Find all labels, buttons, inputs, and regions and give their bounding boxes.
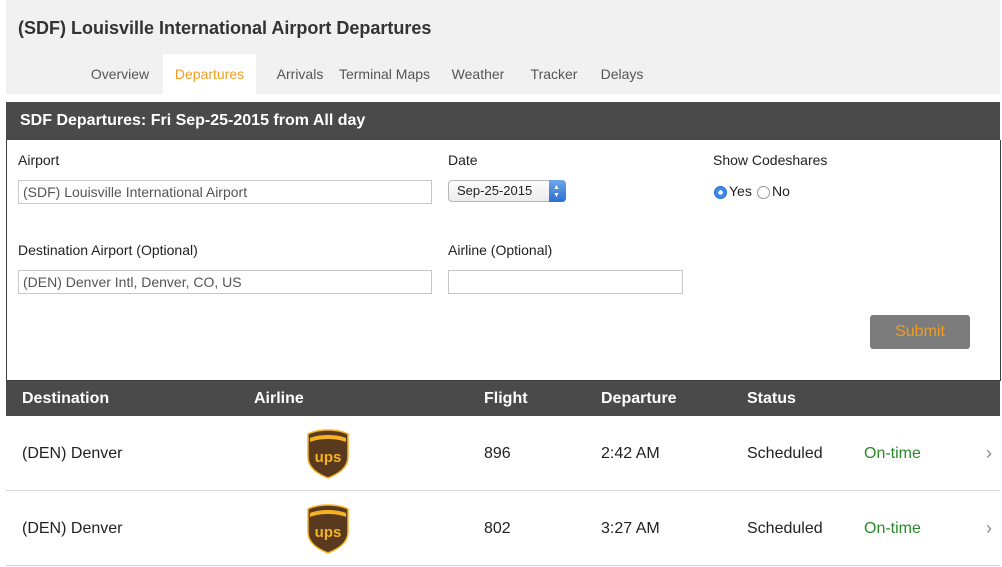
row-status: Scheduled (747, 445, 823, 462)
header-flight: Flight (484, 390, 528, 407)
table-row[interactable]: (DEN) Denver ups 896 2:42 AM Scheduled O… (6, 416, 1000, 491)
tab-delays[interactable]: Delays (593, 54, 651, 94)
codeshares-label: Show Codeshares (713, 152, 828, 168)
date-stepper-icon[interactable]: ▲ ▼ (549, 180, 566, 202)
airport-label: Airport (18, 152, 60, 168)
header-status: Status (747, 390, 796, 407)
row-departure: 3:27 AM (601, 520, 660, 537)
airline-input[interactable] (448, 270, 683, 294)
codeshares-no-radio[interactable] (757, 186, 770, 199)
codeshares-yes-radio[interactable] (714, 186, 727, 199)
date-value: Sep-25-2015 (457, 183, 533, 198)
row-punctuality: On-time (864, 445, 921, 462)
row-flight: 896 (484, 445, 511, 462)
tab-tracker[interactable]: Tracker (522, 54, 586, 94)
panel-title: SDF Departures: Fri Sep-25-2015 from All… (6, 102, 1000, 140)
destination-input[interactable]: (DEN) Denver Intl, Denver, CO, US (18, 270, 432, 294)
tab-arrivals[interactable]: Arrivals (260, 54, 340, 94)
header-destination: Destination (22, 390, 110, 407)
row-departure: 2:42 AM (601, 445, 660, 462)
tab-overview[interactable]: Overview (80, 54, 160, 94)
tab-weather[interactable]: Weather (444, 54, 512, 94)
airport-input[interactable]: (SDF) Louisville International Airport (18, 180, 432, 204)
svg-text:ups: ups (315, 449, 342, 466)
top-header: (SDF) Louisville International Airport D… (6, 0, 1000, 94)
tab-departures[interactable]: Departures (163, 54, 256, 94)
date-select[interactable]: Sep-25-2015 ▲ ▼ (448, 180, 566, 202)
results-table-header: Destination Airline Flight Departure Sta… (6, 381, 1000, 416)
codeshares-yes-label: Yes (729, 183, 752, 199)
submit-button[interactable]: Submit (870, 315, 970, 349)
ups-logo-icon: ups (307, 429, 349, 479)
table-row[interactable]: (DEN) Denver ups 802 3:27 AM Scheduled O… (6, 491, 1000, 566)
header-airline: Airline (254, 390, 304, 407)
row-status: Scheduled (747, 520, 823, 537)
row-punctuality: On-time (864, 520, 921, 537)
row-destination: (DEN) Denver (22, 445, 123, 462)
svg-text:ups: ups (315, 524, 342, 541)
airline-label: Airline (Optional) (448, 242, 553, 258)
header-departure: Departure (601, 390, 677, 407)
ups-logo-icon: ups (307, 504, 349, 554)
search-form: Airport (SDF) Louisville International A… (6, 140, 1001, 381)
row-destination: (DEN) Denver (22, 520, 123, 537)
codeshares-no-label: No (772, 183, 790, 199)
date-label: Date (448, 152, 478, 168)
tab-terminal-maps[interactable]: Terminal Maps (332, 54, 437, 94)
page-title: (SDF) Louisville International Airport D… (18, 18, 432, 38)
destination-label: Destination Airport (Optional) (18, 242, 198, 258)
chevron-right-icon[interactable]: › (986, 491, 992, 566)
row-flight: 802 (484, 520, 511, 537)
chevron-right-icon[interactable]: › (986, 416, 992, 491)
